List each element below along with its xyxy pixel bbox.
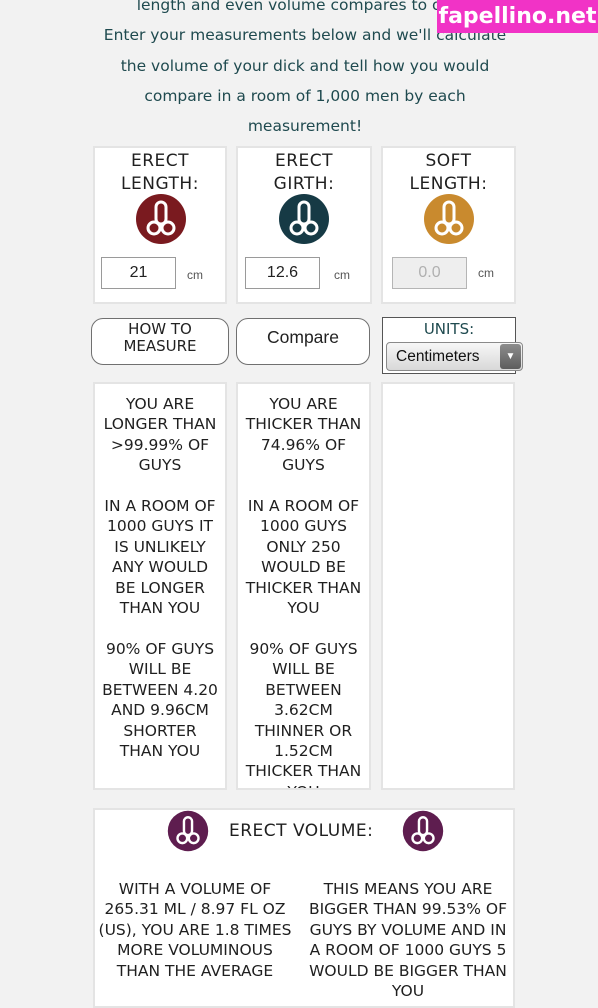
units-select[interactable]: Centimeters ▼ [386,342,523,371]
volume-left-text: WITH A VOLUME OF 265.31 ML / 8.97 FL OZ … [98,880,292,980]
compare-button[interactable]: Compare [236,318,370,365]
soft-length-title: SOFT LENGTH: [409,151,488,194]
intro-line: measurement! [247,117,363,136]
length-result-card: YOU ARE LONGER THAN >99.99% OF GUYS IN A… [93,382,227,790]
volume-right-icon [402,810,444,852]
volume-right-text: THIS MEANS YOU ARE BIGGER THAN 99.53% OF… [308,880,508,1001]
erect-girth-card: ERECT GIRTH: 12.6 cm [236,146,372,304]
intro-line: the volume of your dick and tell how you… [120,56,490,75]
how-to-measure-button[interactable]: HOW TO MEASURE [91,318,229,365]
chevron-down-icon[interactable]: ▼ [500,344,521,369]
volume-left-icon [167,810,209,852]
intro-line: compare in a room of 1,000 men by each [144,86,466,105]
erect-girth-input[interactable]: 12.6 [245,257,320,289]
erect-length-input[interactable]: 21 [101,257,176,289]
erect-length-title: ERECT LENGTH: [121,151,199,194]
erect-length-unit: cm [187,268,203,282]
units-label: UNITS: [423,320,475,338]
soft-length-card: SOFT LENGTH: 0.0 cm [381,146,516,304]
soft-result-card [381,382,515,790]
girth-result-card: YOU ARE THICKER THAN 74.96% OF GUYS IN A… [236,382,371,790]
erect-length-card: ERECT LENGTH: 21 cm [93,146,227,304]
watermark: fapellino.net [437,0,598,33]
erect-girth-title: ERECT GIRTH: [273,151,335,194]
units-selected-value: Centimeters [396,348,480,365]
length-result-text: YOU ARE LONGER THAN >99.99% OF GUYS IN A… [102,395,218,760]
soft-length-unit: cm [478,266,494,280]
girth-result-text: YOU ARE THICKER THAN 74.96% OF GUYS IN A… [245,395,362,788]
erect-length-icon [135,193,187,245]
volume-title: ERECT VOLUME: [229,821,374,841]
soft-length-icon [423,193,475,245]
erect-girth-icon [278,193,330,245]
soft-length-input[interactable]: 0.0 [392,257,467,289]
erect-girth-unit: cm [334,268,350,282]
